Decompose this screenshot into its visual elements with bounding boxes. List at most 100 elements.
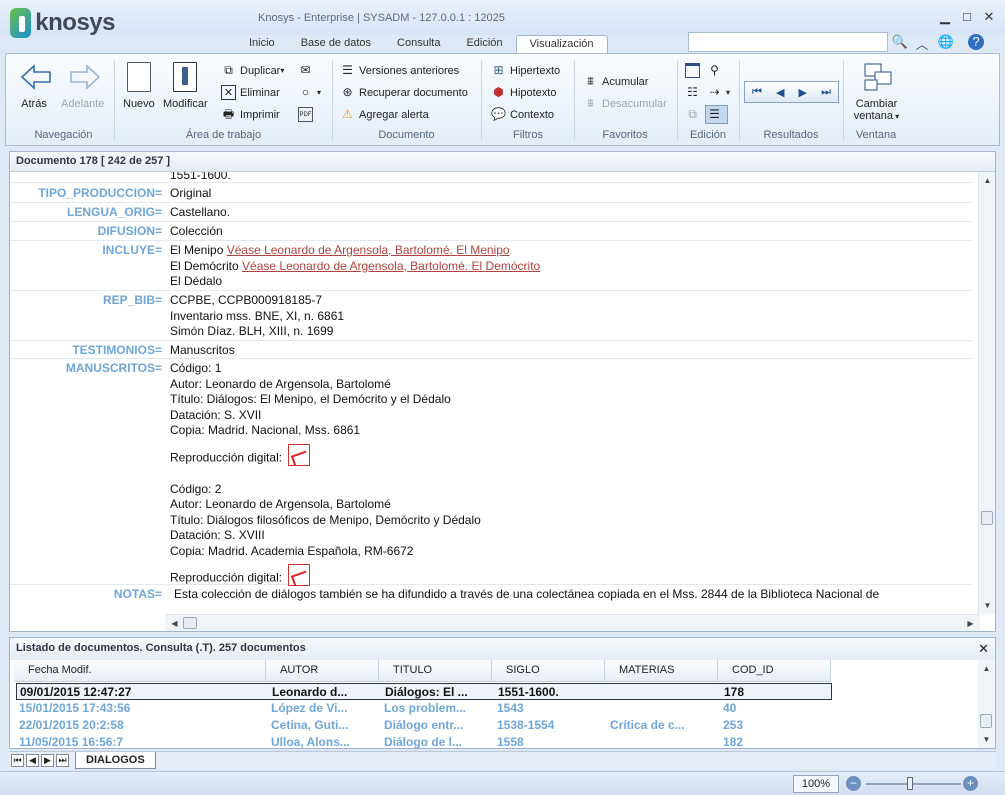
desacumular-button[interactable]: ⩩ Desacumular xyxy=(583,96,667,111)
paste-button[interactable]: ⧉ xyxy=(685,107,704,122)
field-value: El Menipo Véase Leonardo de Argensola, B… xyxy=(170,243,540,290)
tab-visualizacion[interactable]: Visualización xyxy=(515,35,608,53)
window-icon xyxy=(685,63,700,78)
cambiar-ventana-button[interactable]: Cambiar ventana ▾ xyxy=(849,62,904,122)
zoom-in-icon[interactable]: + xyxy=(963,776,978,791)
chevron-up-icon[interactable]: ︿ xyxy=(913,34,931,52)
incluye-item: El Menipo xyxy=(170,243,224,257)
separator xyxy=(114,60,115,140)
shape-dropdown[interactable]: ○ ▾ xyxy=(298,85,321,100)
maximize-button[interactable]: □ xyxy=(958,10,976,24)
find-button[interactable]: ⚲ xyxy=(707,63,726,78)
next-sheet-icon[interactable]: ▶ xyxy=(41,754,54,767)
prev-sheet-icon[interactable]: ◀ xyxy=(26,754,39,767)
select-button[interactable]: ☷ xyxy=(685,85,704,100)
column-header-siglo[interactable]: SIGLO xyxy=(492,660,605,682)
back-button[interactable]: Atrás xyxy=(20,62,51,110)
document-horizontal-scrollbar[interactable]: ◀ ▶ xyxy=(165,614,980,631)
versiones-button[interactable]: ☰ Versiones anteriores xyxy=(340,63,459,78)
column-header-titulo[interactable]: TITULO xyxy=(379,660,492,682)
tab-inicio[interactable]: Inicio xyxy=(236,35,288,53)
scroll-left-icon[interactable]: ◀ xyxy=(167,616,182,631)
sheet-tab-dialogos[interactable]: DIALOGOS xyxy=(75,752,156,769)
pdf-icon[interactable] xyxy=(288,564,311,586)
scroll-thumb[interactable] xyxy=(981,511,993,525)
duplicar-button[interactable]: ⧉ Duplicar ▾ xyxy=(221,63,284,78)
close-list-icon[interactable]: ✕ xyxy=(978,641,989,657)
field-row-lengua-orig: LENGUA_ORIG= Castellano. xyxy=(10,203,972,222)
list-vertical-scrollbar[interactable]: ▲ ▼ xyxy=(978,660,995,748)
hipertexto-button[interactable]: ⊞ Hipertexto xyxy=(491,63,560,78)
envelope-icon: ✉ xyxy=(300,63,311,77)
scroll-up-icon[interactable]: ▲ xyxy=(979,661,994,676)
zoom-slider-thumb[interactable] xyxy=(907,777,913,790)
column-header-autor[interactable]: AUTOR xyxy=(266,660,379,682)
scroll-thumb[interactable] xyxy=(980,714,992,728)
duplicar-label: Duplicar xyxy=(240,64,281,77)
tab-base-de-datos[interactable]: Base de datos xyxy=(288,35,384,53)
group-label-navegacion: Navegación xyxy=(34,129,93,141)
acumular-button[interactable]: ⩩ Acumular xyxy=(583,74,648,89)
arrow-left-icon xyxy=(20,62,51,94)
format-button[interactable]: ☰ xyxy=(705,105,728,124)
scroll-down-icon[interactable]: ▼ xyxy=(980,598,995,613)
scroll-down-icon[interactable]: ▼ xyxy=(979,732,994,747)
globe-icon[interactable]: 🌐 xyxy=(937,34,955,50)
field-value: Manuscritos xyxy=(170,343,235,357)
zoom-slider[interactable] xyxy=(866,783,961,785)
email-button[interactable]: ✉ xyxy=(298,63,317,78)
next-record-icon[interactable]: ▶ xyxy=(799,86,807,99)
document-vertical-scrollbar[interactable]: ▲ ▼ xyxy=(978,172,995,614)
search-icon[interactable]: 🔍 xyxy=(891,34,909,50)
column-header-fecha[interactable]: Fecha Modif. xyxy=(14,660,266,682)
cell-titulo: Diálogo entr... xyxy=(384,718,464,732)
cell-materias: Crítica de c... xyxy=(610,718,685,732)
hipertexto-label: Hipertexto xyxy=(510,64,561,77)
crossref-link[interactable]: Véase Leonardo de Argensola, Bartolomé. … xyxy=(227,243,510,257)
arrow-right-icon xyxy=(69,62,100,94)
modificar-button[interactable]: Modificar xyxy=(163,62,208,110)
table-row[interactable]: 09/01/2015 12:47:27 Leonardo d... Diálog… xyxy=(16,683,832,700)
zoom-out-icon[interactable]: − xyxy=(846,776,861,791)
recuperar-button[interactable]: ⊛ Recuperar documento xyxy=(340,85,467,100)
separator xyxy=(574,60,575,140)
pdf-export-button[interactable]: PDF xyxy=(298,107,317,122)
scroll-right-icon[interactable]: ▶ xyxy=(963,616,978,631)
cell-titulo: Diálogos: El ... xyxy=(385,685,468,699)
pdf-icon[interactable] xyxy=(288,443,311,466)
pdf-icon: PDF xyxy=(298,107,313,122)
scroll-up-icon[interactable]: ▲ xyxy=(980,173,995,188)
table-row[interactable]: 15/01/2015 17:43:56 López de Vi... Los p… xyxy=(16,700,976,717)
forward-button[interactable]: Adelante xyxy=(61,62,104,110)
search-input[interactable] xyxy=(688,32,888,52)
alerta-label: Agregar alerta xyxy=(359,108,429,121)
scroll-thumb[interactable] xyxy=(183,617,197,629)
tab-consulta[interactable]: Consulta xyxy=(384,35,453,53)
document-list-panel: Listado de documentos. Consulta (.T). 25… xyxy=(9,637,996,749)
first-sheet-icon[interactable]: ⏮ xyxy=(11,754,24,767)
window-view-button[interactable] xyxy=(685,63,704,78)
eliminar-button[interactable]: ✕ Eliminar xyxy=(221,85,280,100)
modificar-label: Modificar xyxy=(163,98,208,110)
last-record-icon[interactable]: ⏭ xyxy=(821,86,831,99)
table-row[interactable]: 22/01/2015 20:2:58 Cetina, Guti... Diálo… xyxy=(16,717,976,734)
help-icon[interactable]: ? xyxy=(968,34,984,50)
table-row[interactable]: 11/05/2015 16:56:7 Ulloa, Alons... Diálo… xyxy=(16,734,976,751)
field-value: Colección xyxy=(170,224,223,238)
nuevo-button[interactable]: Nuevo xyxy=(123,62,155,110)
minimize-button[interactable]: ▁ xyxy=(936,10,954,24)
alerta-button[interactable]: ⚠ Agregar alerta xyxy=(340,107,429,122)
goto-dropdown[interactable]: ⇢ ▾ xyxy=(707,85,730,100)
tab-edicion[interactable]: Edición xyxy=(453,35,515,53)
hipotexto-button[interactable]: ⬢ Hipotexto xyxy=(491,85,556,100)
imprimir-button[interactable]: 🖶 Imprimir xyxy=(221,107,280,122)
column-header-materias[interactable]: MATERIAS xyxy=(605,660,718,682)
close-button[interactable]: ✕ xyxy=(980,10,998,24)
column-header-cod-id[interactable]: COD_ID xyxy=(718,660,831,682)
last-sheet-icon[interactable]: ⏭ xyxy=(56,754,69,767)
previous-record-icon[interactable]: ◀ xyxy=(776,86,784,99)
group-label-ventana: Ventana xyxy=(855,129,897,141)
crossref-link[interactable]: Véase Leonardo de Argensola, Bartolomé. … xyxy=(242,259,540,273)
contexto-button[interactable]: 💬 Contexto xyxy=(491,107,554,122)
first-record-icon[interactable]: ⏮ xyxy=(752,86,762,99)
